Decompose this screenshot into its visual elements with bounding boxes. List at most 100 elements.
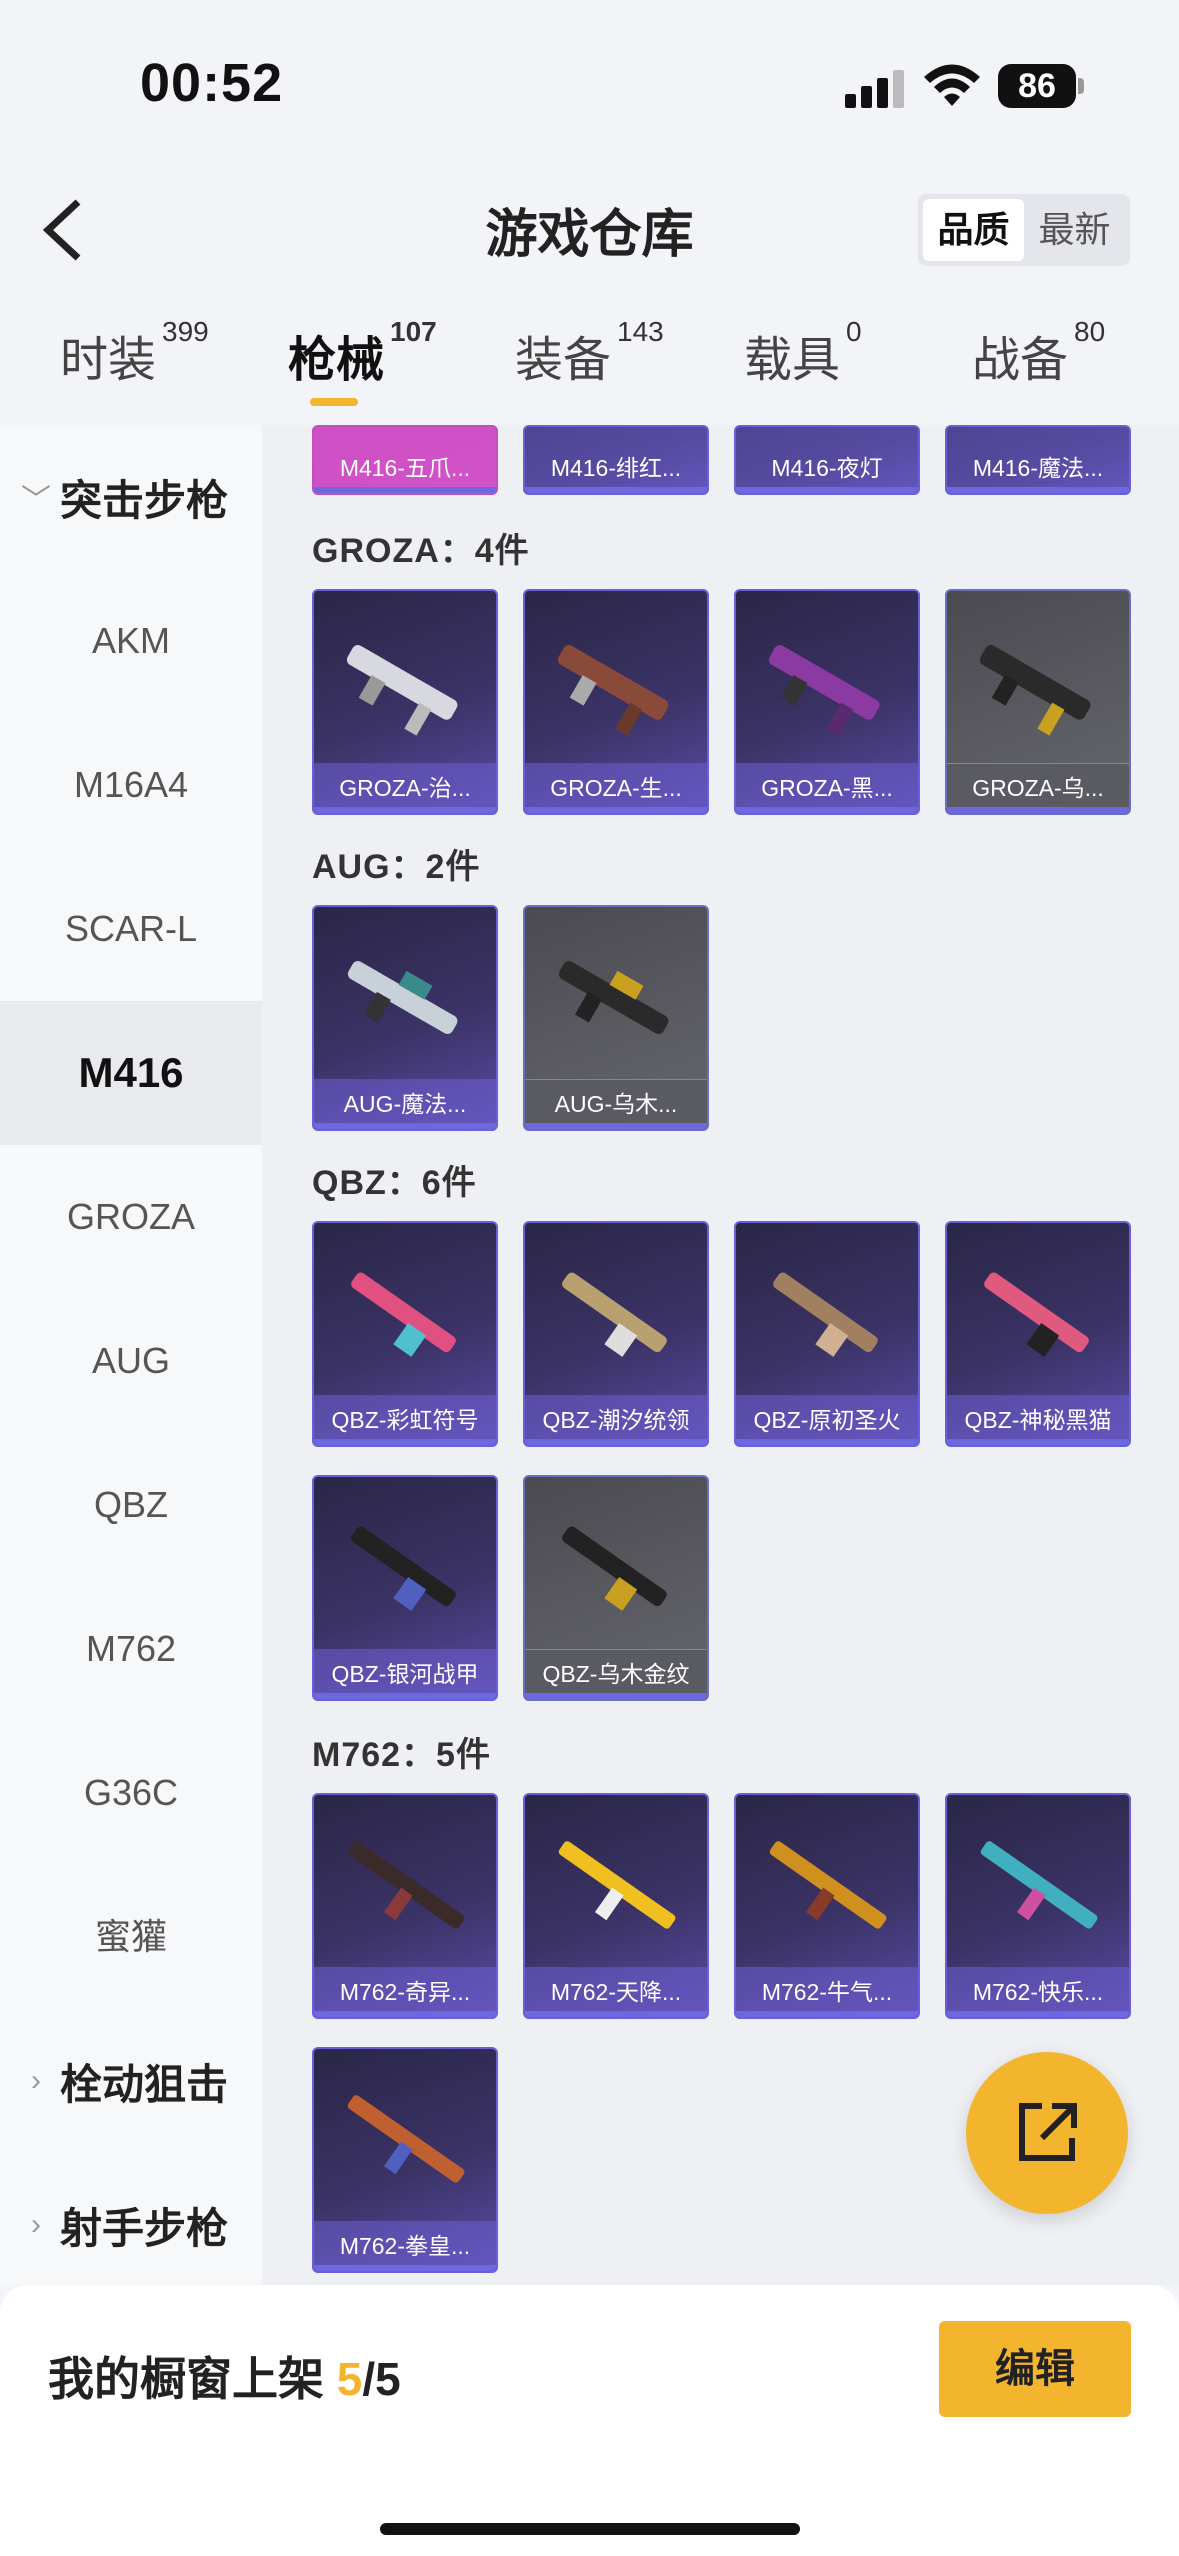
section-label-aug: AUG：2件: [312, 848, 481, 886]
skin-card[interactable]: M762-拳皇...: [312, 2047, 498, 2273]
sidebar-item-m416[interactable]: M416: [0, 1001, 262, 1145]
sidebar-group-bolt-action[interactable]: › 栓动狙击: [0, 2009, 262, 2153]
skin-card[interactable]: M416-魔法...: [945, 425, 1131, 495]
tab-firearms[interactable]: 枪械107: [288, 316, 437, 406]
category-tabs: 时装399 枪械107 装备143 载具0 战备80: [0, 316, 1179, 420]
showcase-count: 5: [336, 2353, 363, 2405]
sidebar-item-akm[interactable]: AKM: [0, 569, 262, 713]
skin-card[interactable]: QBZ-原初圣火: [734, 1221, 920, 1447]
skin-name: GROZA-治...: [339, 775, 471, 801]
tab-fashion[interactable]: 时装399: [60, 316, 209, 390]
rifle-icon: [769, 1841, 887, 1929]
rifle-icon: [773, 1272, 878, 1357]
sidebar-item-aug[interactable]: AUG: [0, 1289, 262, 1433]
sidebar-item-groza[interactable]: GROZA: [0, 1145, 262, 1289]
share-button[interactable]: [966, 2052, 1128, 2214]
tab-count: 107: [390, 316, 437, 347]
skin-card[interactable]: QBZ-神秘黑猫: [945, 1221, 1131, 1447]
skin-name: QBZ-彩虹符号: [331, 1407, 479, 1433]
rifle-icon: [768, 645, 880, 736]
active-tab-indicator: [310, 398, 358, 406]
share-icon: [1019, 2103, 1077, 2161]
skin-card[interactable]: QBZ-彩虹符号: [312, 1221, 498, 1447]
tab-vehicles[interactable]: 载具0: [744, 316, 862, 390]
sidebar-group-label: 射手步枪: [60, 2204, 229, 2252]
skin-card[interactable]: M762-奇异...: [312, 1793, 498, 2019]
sort-toggle: 品质 最新: [918, 194, 1130, 266]
skin-name: AUG-乌木...: [554, 1091, 678, 1117]
skin-name: M416-绯红...: [550, 455, 682, 481]
skin-grid: M416-五爪... M416-绯红... M416-夜灯 M416-魔法...…: [262, 425, 1179, 2285]
skin-name: GROZA-生...: [550, 775, 682, 801]
sidebar-item-qbz[interactable]: QBZ: [0, 1433, 262, 1577]
tab-supplies[interactable]: 战备80: [972, 316, 1105, 390]
tab-label: 装备: [515, 334, 612, 387]
section-label-m762: M762：5件: [312, 1736, 491, 1774]
skin-name: AUG-魔法...: [343, 1091, 467, 1117]
section-label-qbz: QBZ：6件: [312, 1164, 477, 1202]
sort-quality-button[interactable]: 品质: [923, 199, 1024, 261]
chevron-right-icon: ›: [31, 2208, 41, 2241]
skin-card[interactable]: GROZA-乌...: [945, 589, 1131, 815]
battery-indicator: 86: [998, 64, 1076, 108]
skin-name: M762-奇异...: [339, 1979, 471, 2005]
sidebar-item-m16a4[interactable]: M16A4: [0, 713, 262, 857]
showcase-status: 我的橱窗上架 5/5: [48, 2343, 401, 2409]
rifle-icon: [558, 1841, 676, 1929]
edit-button[interactable]: 编辑: [939, 2321, 1131, 2417]
tab-label: 枪械: [288, 334, 385, 387]
rifle-icon: [351, 1526, 456, 1611]
skin-card[interactable]: M762-牛气...: [734, 1793, 920, 2019]
skin-card[interactable]: GROZA-黑...: [734, 589, 920, 815]
sidebar-item-honey-badger[interactable]: 蜜獾: [0, 1865, 262, 2009]
tab-count: 399: [162, 316, 209, 347]
tab-count: 0: [846, 316, 862, 347]
sidebar-group-assault[interactable]: ﹀ 突击步枪: [0, 425, 262, 569]
skin-card[interactable]: QBZ-乌木金纹: [523, 1475, 709, 1701]
skin-name: QBZ-银河战甲: [331, 1661, 479, 1687]
clock: 00:52: [140, 53, 284, 113]
skin-name: M762-快乐...: [972, 1979, 1104, 2005]
rifle-icon: [979, 645, 1091, 736]
rifle-icon: [562, 1526, 667, 1611]
sidebar-group-label: 突击步枪: [60, 476, 229, 524]
sidebar-group-marksman[interactable]: › 射手步枪: [0, 2153, 262, 2285]
rifle-icon: [347, 961, 458, 1034]
skin-card[interactable]: M416-夜灯: [734, 425, 920, 495]
tab-label: 战备: [972, 334, 1069, 387]
skin-name: QBZ-乌木金纹: [542, 1661, 690, 1687]
showcase-total: /5: [362, 2353, 401, 2405]
skin-name: QBZ-原初圣火: [753, 1407, 901, 1433]
bottom-bar: 我的橱窗上架 5/5 编辑: [0, 2285, 1179, 2556]
skin-name: M762-牛气...: [761, 1979, 893, 2005]
skin-card[interactable]: AUG-魔法...: [312, 905, 498, 1131]
status-bar: 00:52 86: [0, 0, 1179, 150]
rifle-icon: [562, 1272, 667, 1357]
tab-equipment[interactable]: 装备143: [515, 316, 664, 390]
rifle-icon: [346, 645, 458, 736]
sort-newest-button[interactable]: 最新: [1024, 199, 1125, 261]
chevron-right-icon: ›: [31, 2064, 41, 2097]
section-label-groza: GROZA：4件: [312, 532, 530, 570]
skin-card[interactable]: QBZ-潮汐统领: [523, 1221, 709, 1447]
skin-card[interactable]: M762-快乐...: [945, 1793, 1131, 2019]
skin-card[interactable]: M762-天降...: [523, 1793, 709, 2019]
skin-card[interactable]: AUG-乌木...: [523, 905, 709, 1131]
rifle-icon: [984, 1272, 1089, 1357]
skin-card[interactable]: M416-五爪...: [312, 425, 498, 495]
sidebar-group-label: 栓动狙击: [60, 2060, 229, 2108]
tab-label: 时装: [60, 334, 157, 387]
skin-name: GROZA-黑...: [761, 775, 893, 801]
skin-card[interactable]: GROZA-生...: [523, 589, 709, 815]
sidebar-item-g36c[interactable]: G36C: [0, 1721, 262, 1865]
skin-card[interactable]: GROZA-治...: [312, 589, 498, 815]
skin-card[interactable]: QBZ-银河战甲: [312, 1475, 498, 1701]
sidebar-item-m762[interactable]: M762: [0, 1577, 262, 1721]
tab-count: 143: [617, 316, 664, 347]
skin-name: QBZ-神秘黑猫: [964, 1407, 1112, 1433]
rifle-icon: [351, 1272, 456, 1357]
skin-card[interactable]: M416-绯红...: [523, 425, 709, 495]
skin-name: QBZ-潮汐统领: [542, 1407, 690, 1433]
rifle-icon: [558, 961, 669, 1034]
sidebar-item-scar-l[interactable]: SCAR-L: [0, 857, 262, 1001]
